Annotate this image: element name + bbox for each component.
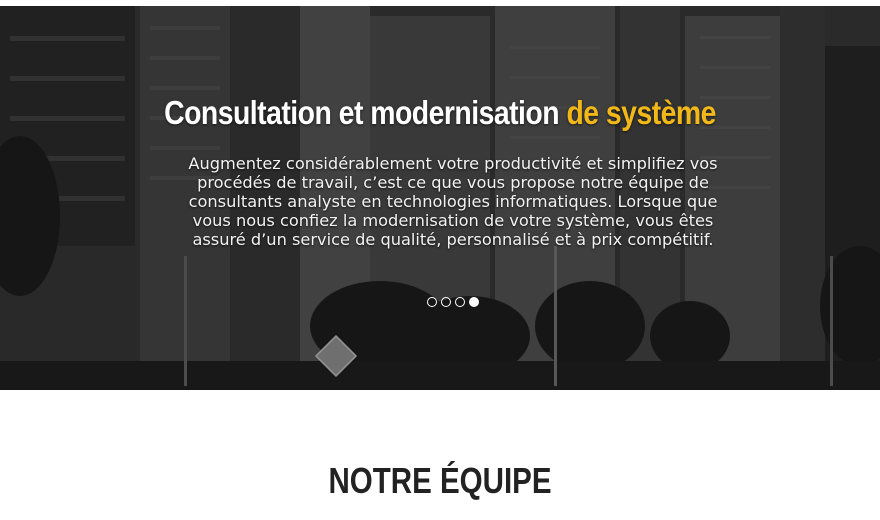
slider-dot-3[interactable] [455, 297, 465, 307]
slider-dot-2[interactable] [441, 297, 451, 307]
hero-description: Augmentez considérablement votre product… [188, 154, 718, 249]
slider-pagination [427, 297, 479, 307]
team-section-title: NOTRE ÉQUIPE [328, 460, 552, 501]
hero-title: Consultation et modernisation de système [62, 94, 819, 132]
hero-title-accent: de système [566, 94, 716, 131]
hero-slider: Consultation et modernisation de système… [0, 6, 880, 390]
slider-dot-4[interactable] [469, 297, 479, 307]
slider-dot-1[interactable] [427, 297, 437, 307]
hero-title-main: Consultation et modernisation [164, 94, 560, 131]
